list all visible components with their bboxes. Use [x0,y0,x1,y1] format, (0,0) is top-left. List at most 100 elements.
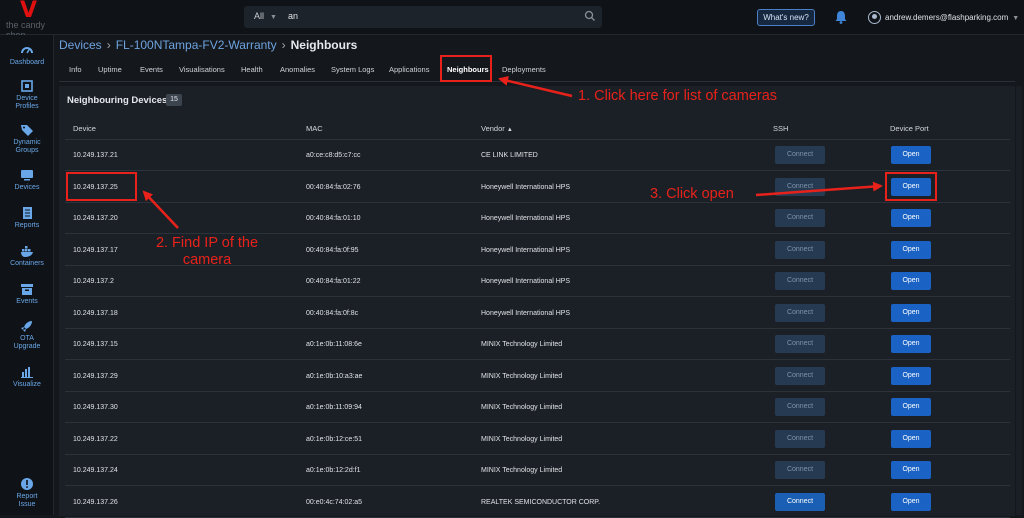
connect-button[interactable]: Connect [775,272,825,290]
connect-button[interactable]: Connect [775,398,825,416]
reports-icon [23,207,32,219]
tab-uptime[interactable]: Uptime [98,65,122,74]
mac-address: 00:40:84:fa:0f:8c [306,309,359,317]
highlight-open-button [885,172,937,201]
vendor-name: MINIX Technology Limited [481,467,563,474]
vendor-name: Honeywell International HPS [481,246,571,254]
column-header-vendor[interactable]: Vendor ▲ [481,124,513,133]
sidebar-item-visualize[interactable]: Visualize [0,365,54,389]
open-button[interactable]: Open [891,492,931,511]
open-button[interactable]: Open [891,429,931,448]
annotation-step-3: 3. Click open [650,186,734,202]
connect-button[interactable]: Connect [775,366,825,385]
open-button[interactable]: Open [891,240,931,259]
tab-health[interactable]: Health [241,65,263,74]
tab-deployments[interactable]: Deployments [502,65,546,74]
sidebar-item-label: OTA Upgrade [13,335,41,350]
annotation-step-1: 1. Click here for list of cameras [578,88,778,104]
connect-button[interactable]: Connect [775,335,825,353]
connect-button[interactable]: Connect [775,209,825,227]
bell-icon[interactable] [833,9,849,25]
table-row: 10.249.137.30 a0:1e:0b:11:09:94 MINIX Tech… [65,392,1010,423]
mac-address: 00:40:84:fa:02:76 [306,183,361,191]
search-bar[interactable]: All ▼ an [244,6,602,28]
table-row: 10.249.137.18 00:40:84:fa:0f:8c Honeywell … [65,298,1010,329]
annotation-step-2-line-1: 2. Find IP of the [155,235,259,251]
sidebar-item-devices[interactable]: Devices [0,168,54,192]
events-icon [21,284,33,295]
mac-address: a0:1e:0b:10:a3:ae [306,372,363,380]
connect-button[interactable]: Connect [775,461,825,479]
device-ip: 10.249.137.22 [73,435,118,443]
table-row: 10.249.137.15 a0:1e:0b:11:08:6e MINIX Tech… [65,329,1010,360]
sidebar-item-label: Visualize [13,381,41,388]
search-filter-dropdown[interactable]: All ▼ [254,11,277,21]
open-button[interactable]: Open [891,272,931,290]
sidebar-item-label: Devices [14,184,40,191]
table-row: 10.249.137.20 00:40:84:fa:01:10 Honeywell … [65,203,1010,234]
breadcrumb-device-link[interactable]: FL-100NTampa-FV2-Warranty [116,38,277,52]
connect-button[interactable]: Connect [775,492,825,511]
open-button[interactable]: Open [891,303,931,322]
mac-address: 00:40:84:fa:01:10 [306,215,361,222]
sidebar-item-ota-upgrade[interactable]: OTA Upgrade [0,319,54,351]
sidebar-item-events[interactable]: Events [0,282,54,306]
sidebar-item-dashboard[interactable]: Dashboard [0,43,54,67]
mac-address: 00:e0:4c:74:02:a5 [306,498,363,506]
open-button[interactable]: Open [891,335,931,353]
open-button[interactable]: Open [891,461,931,479]
sidebar-item-dynamic-groups[interactable]: Dynamic Groups [0,123,54,155]
column-header-vendor-label: Vendor [481,124,505,133]
device-ip: 10.249.137.30 [73,404,118,411]
tab-events[interactable]: Events [140,65,163,74]
open-button[interactable]: Open [891,398,931,416]
device-ip: 10.249.137.24 [73,467,118,474]
table-row: 10.249.137.26 00:e0:4c:74:02:a5 REALTEK SE… [65,487,1010,518]
search-input[interactable]: an [288,11,298,21]
search-icon[interactable] [584,10,596,22]
column-header-mac[interactable]: MAC [306,124,323,133]
highlight-neighbours-tab [440,55,492,82]
open-button[interactable]: Open [891,366,931,385]
tab-visualisations[interactable]: Visualisations [179,65,225,74]
column-header-device[interactable]: Device [73,124,96,133]
devices-icon [21,170,33,181]
tab-applications[interactable]: Applications [389,65,429,74]
connect-button[interactable]: Connect [775,303,825,322]
tab-anomalies[interactable]: Anomalies [280,65,315,74]
sidebar-item-label: Containers [10,260,44,267]
connect-button[interactable]: Connect [775,177,825,196]
chevron-down-icon: ▼ [270,14,277,21]
user-menu[interactable]: andrew.demers@flashparking.com ▼ [868,9,1019,26]
tab-info[interactable]: Info [69,65,82,74]
scrollbar[interactable] [1016,86,1022,515]
tab-system-logs[interactable]: System Logs [331,65,374,74]
vendor-name: MINIX Technology Limited [481,341,563,348]
device-ip: 10.249.137.2 [73,278,114,285]
sidebar-item-device-profiles[interactable]: Device Profiles [0,79,54,111]
sidebar-item-label: Report Issue [16,493,38,508]
open-button[interactable]: Open [891,146,931,164]
connect-button[interactable]: Connect [775,429,825,448]
panel-title: Neighbouring Devices [67,95,168,106]
sidebar-item-report-issue[interactable]: Report Issue [0,477,54,509]
vendor-name: Honeywell International HPS [481,183,571,191]
vendor-name: Honeywell International HPS [481,309,571,317]
mac-address: a0:1e:0b:12:ce:51 [306,435,363,443]
vendor-name: MINIX Technology Limited [481,435,563,443]
connect-button[interactable]: Connect [775,146,825,164]
whats-new-button[interactable]: What's new? [757,9,815,26]
breadcrumb-devices-link[interactable]: Devices [59,38,102,52]
mac-address: a0:1e:0b:11:09:94 [306,404,362,411]
table-row: 10.249.137.22 a0:1e:0b:12:ce:51 MINIX Tech… [65,424,1010,455]
connect-button[interactable]: Connect [775,240,825,259]
sidebar-item-containers[interactable]: Containers [0,244,54,268]
sidebar-item-reports[interactable]: Reports [0,206,54,230]
docker-icon [21,246,33,257]
logo[interactable]: V the candy shop [6,0,52,40]
column-header-device-port: Device Port [890,124,929,133]
breadcrumb-current: Neighbours [290,38,358,52]
mac-address: a0:1e:0b:11:08:6e [306,341,362,348]
open-button[interactable]: Open [891,209,931,227]
vendor-name: Honeywell International HPS [481,278,571,285]
